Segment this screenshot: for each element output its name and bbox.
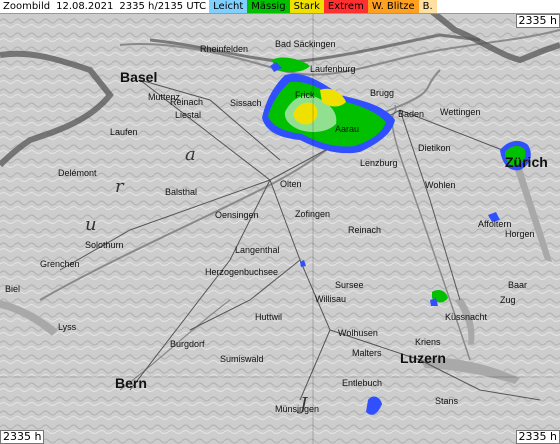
city-label: Stans: [435, 396, 459, 406]
city-label: Malters: [352, 348, 382, 358]
city-label: Balsthal: [165, 187, 197, 197]
city-label: Laufenburg: [310, 64, 356, 74]
city-label: Horgen: [505, 229, 535, 239]
city-label: Reinach: [348, 225, 381, 235]
city-label: Zug: [500, 295, 516, 305]
city-label: Dietikon: [418, 143, 451, 153]
city-label: Wohlen: [425, 180, 455, 190]
header-time: 2335 h/2135 UTC: [119, 1, 207, 12]
city-label: Bern: [115, 375, 147, 391]
footer-time-right: 2335 h: [515, 430, 560, 444]
city-label: Zürich: [505, 154, 548, 170]
legend-item-3: Extrem: [323, 0, 368, 13]
city-label: Küssnacht: [445, 312, 488, 322]
city-label: Herzogenbuchsee: [205, 267, 278, 277]
legend-item-4: W. Blitze: [367, 0, 419, 13]
city-label: Sumiswald: [220, 354, 264, 364]
city-label: Sissach: [230, 98, 262, 108]
city-label: Solothurn: [85, 240, 124, 250]
header-bar: Zoombild 12.08.2021 2335 h/2135 UTC Leic…: [0, 0, 560, 14]
city-label: Baden: [398, 109, 424, 119]
legend-item-0: Leicht: [209, 0, 248, 13]
city-label: Wolhusen: [338, 328, 378, 338]
city-label: Zofingen: [295, 209, 330, 219]
city-label: Entlebuch: [342, 378, 382, 388]
city-label: Affoltern: [478, 219, 511, 229]
city-label: Delémont: [58, 168, 97, 178]
city-label: Burgdorf: [170, 339, 205, 349]
city-label: Lyss: [58, 322, 77, 332]
city-label: Langenthal: [235, 245, 280, 255]
legend-item-1: Mässig: [247, 0, 290, 13]
city-label: Lenzburg: [360, 158, 398, 168]
city-label: Huttwil: [255, 312, 282, 322]
city-label: Münsingen: [275, 404, 319, 414]
city-label: Wettingen: [440, 107, 480, 117]
city-label: Liestal: [175, 110, 201, 120]
region-label: u: [85, 214, 97, 235]
region-label: a: [185, 144, 196, 165]
legend-item-2: Stark: [289, 0, 324, 13]
radar-map: Basel Zürich Bern Luzern Olten Aarau Baden Brug…: [0, 0, 560, 444]
city-label: Bad Säckingen: [275, 39, 336, 49]
header-title: Zoombild: [3, 1, 51, 12]
city-label: Frick: [295, 90, 315, 100]
region-label: r: [115, 176, 125, 197]
city-label: Grenchen: [40, 259, 80, 269]
city-label: Muttenz: [148, 92, 181, 102]
legend-item-5: B.: [418, 0, 437, 13]
city-label: Willisau: [315, 294, 346, 304]
city-label: Kriens: [415, 337, 441, 347]
city-label: Rheinfelden: [200, 44, 248, 54]
city-label: Brugg: [370, 88, 394, 98]
header-date: 12.08.2021: [56, 1, 114, 12]
city-label: Basel: [120, 69, 157, 85]
city-label: Sursee: [335, 280, 364, 290]
city-label: Biel: [5, 284, 20, 294]
city-label: Luzern: [400, 350, 446, 366]
city-label: Aarau: [335, 124, 359, 134]
city-label: Olten: [280, 179, 302, 189]
city-label: Baar: [508, 280, 527, 290]
city-label: Oensingen: [215, 210, 259, 220]
legend: Leicht Mässig Stark Extrem W. Blitze B.: [209, 0, 437, 13]
footer-time-left: 2335 h: [0, 430, 45, 444]
city-label: Laufen: [110, 127, 138, 137]
corner-time-badge: 2335 h: [515, 14, 560, 28]
